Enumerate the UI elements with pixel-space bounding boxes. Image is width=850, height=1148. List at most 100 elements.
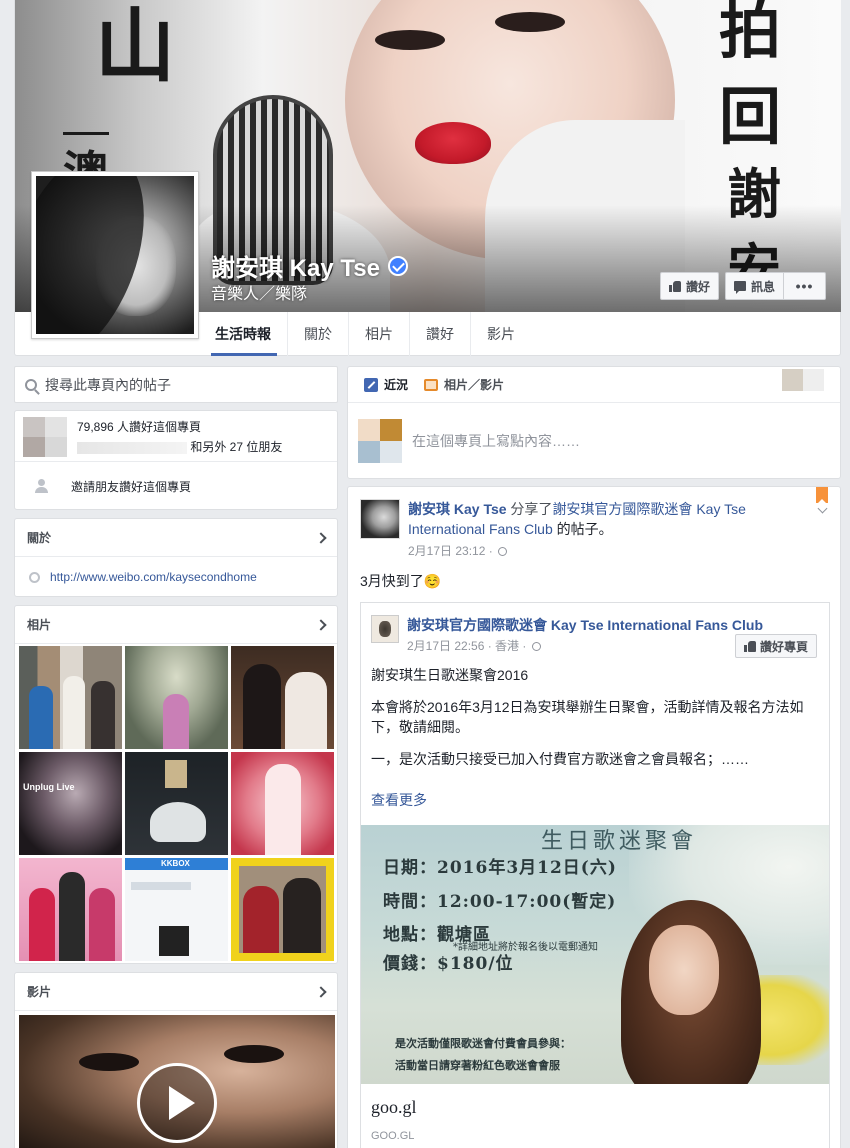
photo-thumbnail[interactable]: Unplug Live: [19, 752, 122, 855]
post-composer: 近況 相片／影片 在這個專頁上寫點內容……: [347, 366, 841, 479]
photo-thumbnail[interactable]: [125, 752, 228, 855]
likes-text: 79,896 人讚好這個專頁 和另外 27 位朋友: [69, 417, 282, 455]
invite-friend-icon: [35, 479, 49, 493]
photos-card: 相片 Unplug Live KKBOX: [14, 605, 338, 964]
photos-header[interactable]: 相片: [15, 606, 337, 644]
website-row: http://www.weibo.com/kaysecondhome: [15, 557, 337, 597]
likes-count: 79,896 人讚好這個專頁: [77, 420, 202, 434]
play-icon[interactable]: [137, 1063, 217, 1143]
search-input[interactable]: [45, 376, 315, 393]
search-icon: [25, 378, 37, 391]
link-preview-domain: GOO.GL: [371, 1130, 415, 1142]
likes-card: 79,896 人讚好這個專頁 和另外 27 位朋友 邀請朋友讚好這個專頁: [14, 410, 338, 510]
more-dots-icon: •••: [795, 278, 814, 294]
bookmark-icon[interactable]: [816, 487, 828, 503]
like-shared-page-button[interactable]: 讚好專頁: [734, 634, 817, 658]
website-link[interactable]: http://www.weibo.com/kaysecondhome: [50, 570, 257, 584]
composer-placeholder[interactable]: 在這個專頁上寫點內容……: [412, 431, 580, 451]
message-button-label: 訊息: [750, 279, 775, 294]
videos-card: 影片: [14, 972, 338, 1148]
likes-friends: 和另外 27 位朋友: [77, 437, 282, 457]
post-title: 謝安琪 Kay Tse 分享了謝安琪官方國際歌迷會 Kay Tse Intern…: [408, 499, 798, 539]
shared-page-name[interactable]: 謝安琪官方國際歌迷會 Kay Tse International Fans Cl…: [407, 615, 763, 635]
photo-thumbnail[interactable]: [231, 646, 334, 749]
event-poster-image[interactable]: 生日歌迷聚會 日期：2016年3月12日(六) 時間：12:00-17:00(暫…: [361, 825, 829, 1084]
poster-footnote: 活動當日請穿著粉紅色歌迷會會服: [395, 1059, 560, 1072]
message-more-group: 訊息 •••: [724, 272, 826, 300]
feed-post: 謝安琪 Kay Tse 分享了謝安琪官方國際歌迷會 Kay Tse Intern…: [347, 486, 841, 1148]
poster-face: [649, 925, 719, 1015]
composer-tab-photo[interactable]: 相片／影片: [424, 376, 504, 393]
link-preview-title[interactable]: goo.gl: [371, 1097, 417, 1118]
chevron-down-icon[interactable]: [817, 503, 827, 514]
likes-summary: 79,896 人讚好這個專頁 和另外 27 位朋友: [15, 411, 337, 462]
like-shared-page-label: 讚好專頁: [759, 639, 808, 654]
page-title[interactable]: 謝安琪 Kay Tse: [211, 248, 380, 283]
cover-eye-right: [495, 12, 565, 32]
cover-calligraphy: 拍: [719, 0, 782, 67]
photo-thumbnail[interactable]: [231, 858, 334, 961]
shared-time-text: 2月17日 22:56 · 香港 ·: [407, 639, 527, 653]
shared-post-timestamp[interactable]: 2月17日 22:56 · 香港 ·: [407, 637, 763, 654]
photos-title: 相片: [27, 618, 52, 632]
about-card: 關於 http://www.weibo.com/kaysecondhome: [14, 518, 338, 597]
post-meta: 謝安琪 Kay Tse 分享了謝安琪官方國際歌迷會 Kay Tse Intern…: [408, 499, 798, 559]
friend-names-redacted: [77, 441, 187, 454]
page-category: 音樂人／樂隊: [211, 286, 308, 303]
tab-timeline[interactable]: 生活時報: [201, 312, 288, 356]
thumbs-up-icon: [743, 640, 756, 652]
post-author-avatar[interactable]: [360, 499, 400, 539]
chevron-right-icon: [315, 531, 327, 544]
like-page-button[interactable]: 讚好: [659, 272, 719, 300]
composer-tab-status[interactable]: 近況: [364, 376, 408, 393]
photo-thumbnail[interactable]: [125, 646, 228, 749]
tab-likes[interactable]: 讚好: [410, 312, 471, 356]
tab-videos[interactable]: 影片: [471, 312, 531, 356]
profile-picture[interactable]: [31, 171, 199, 339]
post-shared-verb: 分享了: [506, 501, 553, 517]
photo-thumbnail[interactable]: KKBOX: [125, 858, 228, 961]
poster-footnote: 是次活動僅限歌迷會付費會員參與：: [395, 1037, 571, 1050]
post-timestamp[interactable]: 2月17日 23:12 ·: [408, 542, 798, 559]
photo-grid: Unplug Live KKBOX: [19, 646, 334, 961]
shared-post-body: 謝安琪生日歌迷聚會2016 本會將於2016年3月12日為安琪舉辦生日聚會，活動…: [371, 665, 821, 781]
friend-avatars[interactable]: [23, 417, 69, 457]
poster-date: 日期：2016年3月12日(六): [383, 858, 617, 878]
more-options-button[interactable]: •••: [784, 272, 826, 300]
video-thumbnail[interactable]: [19, 1015, 335, 1148]
globe-icon: [29, 571, 40, 583]
post-shared-suffix: 的帖子。: [552, 521, 613, 537]
shared-post-line: 本會將於2016年3月12日為安琪舉辦生日聚會，活動詳情及報名方法如下，敬請細閱…: [371, 699, 804, 735]
pencil-icon: [364, 377, 378, 392]
video-eye: [224, 1045, 284, 1063]
photo-thumbnail[interactable]: [19, 646, 122, 749]
invite-friends-row[interactable]: 邀請朋友讚好這個專頁: [15, 462, 337, 510]
fanclub-avatar[interactable]: [371, 615, 399, 643]
post-options: [816, 487, 828, 514]
shared-post-line: 謝安琪生日歌迷聚會2016: [371, 667, 529, 683]
post-author-link[interactable]: 謝安琪 Kay Tse: [408, 501, 507, 517]
shared-post-line: 一，是次活動只接受已加入付費官方歌迷會之會員報名；……: [371, 751, 749, 767]
post-text: 3月快到了☺️: [360, 573, 442, 589]
invite-friends-label: 邀請朋友讚好這個專頁: [71, 479, 192, 494]
composer-body[interactable]: 在這個專頁上寫點內容……: [348, 403, 840, 479]
likes-friends-text[interactable]: 和另外 27 位朋友: [190, 440, 282, 454]
photo-icon: [424, 378, 439, 391]
post-header: 謝安琪 Kay Tse 分享了謝安琪官方國際歌迷會 Kay Tse Intern…: [360, 499, 798, 559]
photo-thumbnail[interactable]: [231, 752, 334, 855]
page-name: 謝安琪 Kay Tse: [211, 248, 408, 283]
about-header[interactable]: 關於: [15, 519, 337, 557]
video-eye: [79, 1053, 139, 1071]
see-more-link[interactable]: 查看更多: [371, 790, 427, 810]
page-tabs: 生活時報 關於 相片 讚好 影片: [201, 312, 531, 356]
composer-tabs: 近況 相片／影片: [348, 367, 840, 403]
videos-header[interactable]: 影片: [15, 973, 337, 1011]
tab-about[interactable]: 關於: [288, 312, 349, 356]
photo-thumbnail[interactable]: [19, 858, 122, 961]
tab-photos[interactable]: 相片: [349, 312, 410, 356]
cover-calligraphy: 回: [719, 80, 782, 153]
message-button[interactable]: 訊息: [724, 272, 784, 300]
composer-tab-status-label: 近況: [384, 378, 409, 392]
message-icon: [733, 281, 746, 294]
cover-lips: [415, 122, 491, 164]
